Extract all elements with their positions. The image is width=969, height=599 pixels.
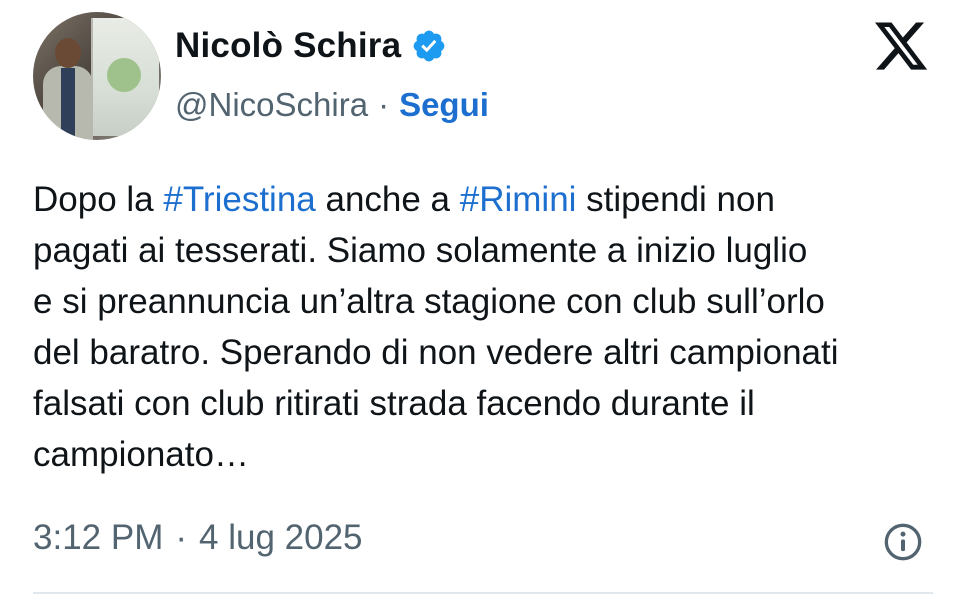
tweet-timestamp[interactable]: 3:12 PM · 4 lug 2025 xyxy=(33,518,363,558)
hashtag-link-triestina[interactable]: #Triestina xyxy=(163,180,315,219)
hashtag-link-rimini[interactable]: #Rimini xyxy=(460,180,577,219)
author-handle-row: @NicoSchira · Segui xyxy=(175,86,489,124)
tweet-text-segment: anche a xyxy=(315,180,460,219)
author-name-row: Nicolò Schira xyxy=(175,26,447,66)
bottom-divider xyxy=(33,592,933,594)
tweet-date[interactable]: 4 lug 2025 xyxy=(199,518,362,558)
x-logo-icon[interactable] xyxy=(870,17,932,75)
tweet-text-segment: Dopo la xyxy=(33,180,164,219)
follow-button[interactable]: Segui xyxy=(399,86,489,124)
timestamp-separator: · xyxy=(175,518,188,557)
author-avatar[interactable] xyxy=(33,12,161,140)
author-handle[interactable]: @NicoSchira xyxy=(175,86,368,124)
avatar-person-head xyxy=(55,38,81,68)
tweet-text-segment: stipendi non pagati ai tesserati. Siamo … xyxy=(33,180,839,474)
avatar-person-shirt xyxy=(61,68,75,138)
tweet-text: Dopo la #Triestina anche a #Rimini stipe… xyxy=(33,174,933,480)
verified-badge-icon xyxy=(413,30,445,62)
avatar-poster-logo xyxy=(107,58,141,92)
info-icon[interactable] xyxy=(883,522,923,562)
handle-separator: · xyxy=(378,86,390,123)
tweet-time[interactable]: 3:12 PM xyxy=(33,518,163,558)
author-display-name[interactable]: Nicolò Schira xyxy=(175,26,401,66)
